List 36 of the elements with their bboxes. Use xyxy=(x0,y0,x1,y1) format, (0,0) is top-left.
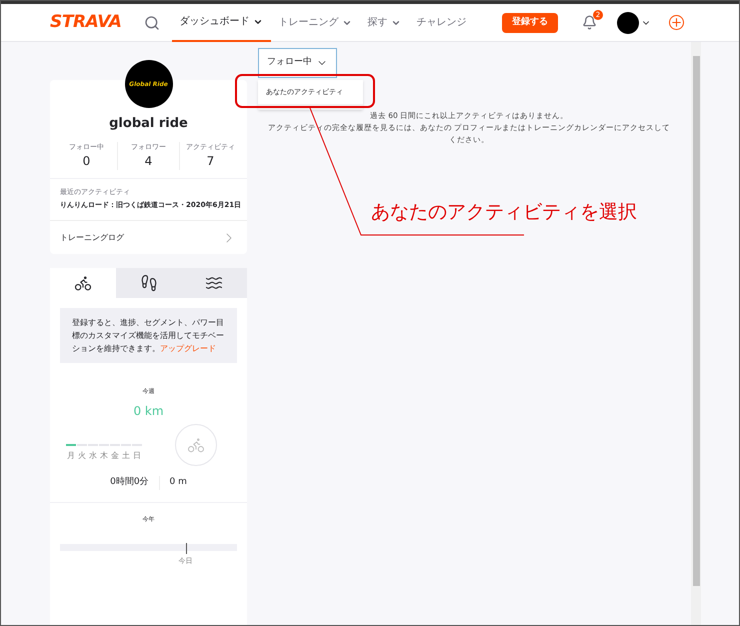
day-label: 月 xyxy=(67,450,75,462)
avatar[interactable] xyxy=(617,12,639,34)
shoe-icon xyxy=(140,274,158,292)
signup-button[interactable]: 登録する xyxy=(502,12,558,32)
week-distance: 0 km xyxy=(132,403,165,420)
feed-filter-dropdown[interactable]: フォロー中 xyxy=(258,48,337,78)
nav-tab[interactable]: チャレンジ xyxy=(408,4,475,42)
scrollbar[interactable] xyxy=(691,42,701,625)
stat-value: 4 xyxy=(144,153,152,170)
day-label: 木 xyxy=(100,450,108,462)
logo[interactable]: STRAVA xyxy=(50,10,122,36)
day-label: 日 xyxy=(133,450,141,462)
day-label: 水 xyxy=(89,450,97,462)
week-time: 0時間0分 xyxy=(100,476,160,490)
nav-tab[interactable]: ダッシュボード xyxy=(172,4,271,42)
upsell-text: 登録すると、進捗、セグメント、パワー目標のカスタマイズ機能を活用してモチベーションを維持できます。アップグレード xyxy=(60,308,237,363)
sport-tab[interactable] xyxy=(116,268,182,298)
stat-value: 7 xyxy=(206,153,214,170)
week-elevation: 0 m xyxy=(168,476,188,489)
nav-tab[interactable]: トレーニング xyxy=(270,4,360,42)
upgrade-link[interactable]: アップグレード xyxy=(160,344,216,353)
nav-tab[interactable]: 探す xyxy=(360,4,409,42)
annotation-text: あなたのアクティビティを選択 xyxy=(371,200,637,225)
search-icon[interactable] xyxy=(144,14,160,30)
day-label: 土 xyxy=(122,450,130,462)
waves-icon xyxy=(205,274,224,292)
add-icon[interactable] xyxy=(669,15,684,30)
training-log-link[interactable]: トレーニングログ xyxy=(50,221,247,254)
bike-icon xyxy=(74,274,92,292)
day-label: 金 xyxy=(111,450,119,462)
bell-icon[interactable] xyxy=(582,15,597,30)
sport-tab[interactable] xyxy=(181,268,248,298)
stat-value: 0 xyxy=(82,153,90,170)
day-label: 火 xyxy=(78,450,86,462)
sport-tab[interactable] xyxy=(50,268,116,298)
profile-name: global ride xyxy=(108,115,189,133)
